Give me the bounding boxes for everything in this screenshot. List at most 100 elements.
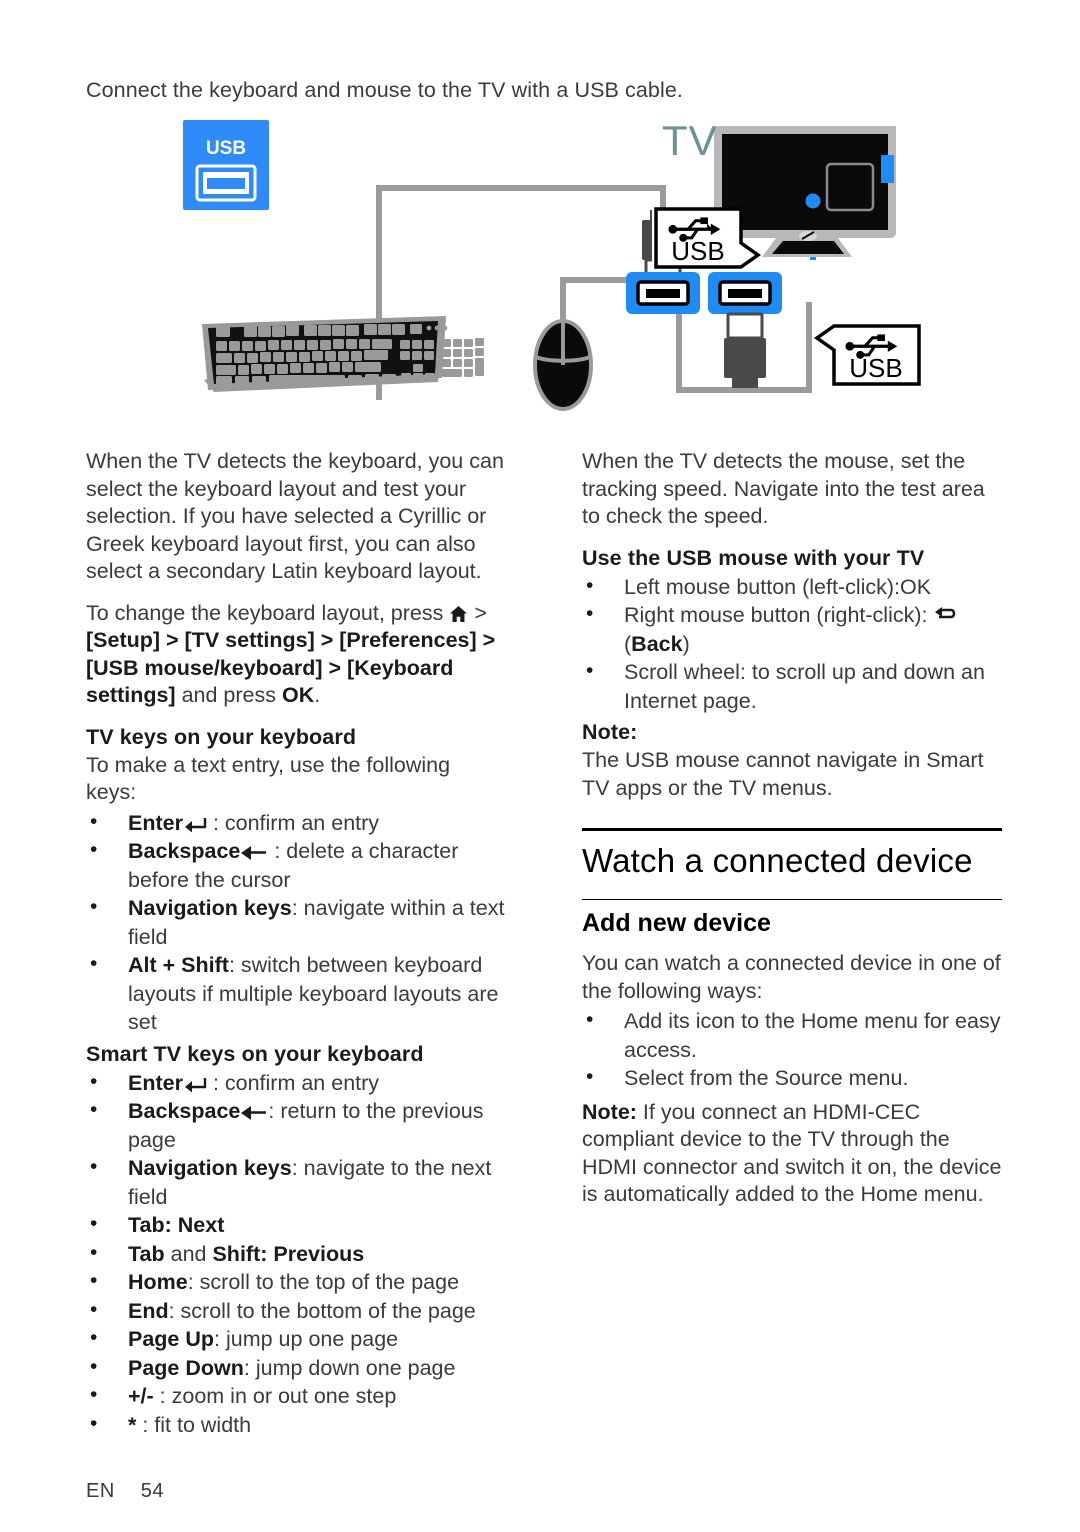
svg-text:USB: USB [849, 353, 902, 383]
keyboard-layout-path-paragraph: To change the keyboard layout, press > [… [86, 600, 496, 708]
smart-key-shift: Shift [212, 1241, 261, 1266]
mouse-detect-paragraph: When the TV detects the mouse, set the t… [582, 449, 985, 528]
right-column: When the TV detects the mouse, set the t… [582, 448, 1002, 1223]
usb-plug-bottom [724, 312, 766, 388]
smart-key-previous: : Previous [260, 1241, 365, 1266]
smart-key-page-down-desc: : jump down one page [243, 1355, 456, 1380]
tv-keys-heading: TV keys on your keyboard [86, 724, 357, 749]
backspace-left-arrow-icon [240, 845, 268, 861]
list-item: Enter : confirm an entry [86, 808, 506, 838]
subsection-rule: Add new device [582, 899, 1002, 940]
back-label-close: ) [682, 631, 690, 656]
smart-key-backspace: Backspace [128, 1099, 241, 1123]
note-label: Note: [582, 720, 638, 744]
note-text: The USB mouse cannot navigate in Smart T… [582, 748, 984, 800]
mouse-illustration [533, 319, 593, 411]
smart-key-page-down: Page Down [128, 1355, 244, 1380]
smart-key-enter: Enter [128, 1070, 183, 1095]
list-item: Navigation keys: navigate within a text … [86, 893, 506, 951]
list-item: Tab and Shift: Previous [86, 1239, 506, 1269]
scroll-wheel-text: Scroll wheel: to scroll up and down an I… [624, 660, 985, 713]
tv-keys-intro: To make a text entry, use the following … [86, 752, 451, 805]
usb-callout-top: USB [652, 207, 762, 269]
enter-return-arrow-icon [183, 817, 207, 833]
ok-key: OK [281, 683, 315, 707]
smart-key-tab-2: Tab [128, 1241, 165, 1266]
usb-badge-icon: USB [183, 120, 269, 210]
keyboard-detect-paragraph: When the TV detects the keyboard, you ca… [86, 449, 504, 583]
svg-text:USB: USB [671, 236, 724, 266]
list-item: +/- : zoom in or out one step [86, 1381, 506, 1411]
smart-tv-keys-heading: Smart TV keys on your keyboard [86, 1041, 424, 1066]
path-end: . [314, 683, 321, 707]
list-item: Add its icon to the Home menu for easy a… [582, 1006, 1002, 1064]
smart-key-tab: Tab [128, 1213, 165, 1237]
smart-key-plus-minus-desc: : zoom in or out one step [153, 1384, 397, 1408]
page-intro-text: Connect the keyboard and mouse to the TV… [86, 78, 683, 102]
note2-label: Note: [582, 1099, 637, 1124]
svg-text:USB: USB [206, 138, 246, 159]
page-title: Watch a connected device [582, 842, 973, 879]
list-item: * : fit to width [86, 1410, 506, 1440]
smart-key-end-desc: : scroll to the bottom of the page [168, 1298, 476, 1323]
list-item: Tab: Next [86, 1210, 506, 1240]
list-item: End: scroll to the bottom of the page [86, 1296, 506, 1326]
add-device-intro: You can watch a connected device in one … [582, 951, 1001, 1003]
list-item: Backspace: return to the previous page [86, 1096, 506, 1154]
back-arrow-icon [933, 606, 957, 625]
left-click-ok: OK [900, 574, 932, 599]
key-alt-shift: Alt + Shift [128, 953, 229, 977]
usb-port-left [626, 272, 700, 314]
footer-page-number: 54 [140, 1480, 165, 1502]
smart-key-page-up-desc: : jump up one page [214, 1327, 399, 1351]
smart-key-navigation: Navigation keys [128, 1156, 292, 1180]
key-enter-desc: : confirm an entry [206, 810, 380, 835]
mouse-usage-list: Left mouse button (left-click):OK Right … [582, 572, 1002, 716]
smart-key-end: End [128, 1298, 169, 1323]
add-device-list: Add its icon to the Home menu for easy a… [582, 1006, 1002, 1093]
smart-key-page-up: Page Up [128, 1327, 215, 1351]
left-column: When the TV detects the keyboard, you ca… [86, 448, 506, 1439]
list-item: Left mouse button (left-click):OK [582, 572, 1002, 602]
footer-language: EN [86, 1480, 115, 1502]
home-icon [449, 605, 468, 623]
backspace-left-arrow-icon [240, 1105, 268, 1121]
key-backspace: Backspace [128, 839, 241, 863]
list-item: Page Up: jump up one page [86, 1324, 506, 1354]
smart-key-asterisk-desc: : fit to width [136, 1412, 252, 1437]
list-item: Right mouse button (right-click): (Back) [582, 600, 1002, 658]
back-label: Back [631, 631, 683, 656]
subsection-title: Add new device [582, 909, 771, 937]
list-item: Home: scroll to the top of the page [86, 1267, 506, 1297]
list-item: Enter : confirm an entry [86, 1068, 506, 1098]
manual-page: Connect the keyboard and mouse to the TV… [0, 0, 1080, 1532]
mouse-usage-heading: Use the USB mouse with your TV [582, 545, 925, 570]
key-navigation: Navigation keys [128, 896, 292, 920]
keyboard-illustration [202, 316, 484, 392]
smart-key-tab-desc: : Next [164, 1213, 225, 1237]
enter-return-arrow-icon [183, 1077, 207, 1093]
path-intro: To change the keyboard layout, press [86, 600, 450, 625]
page-footer: EN 54 [86, 1480, 164, 1503]
key-enter: Enter [128, 810, 183, 835]
tv-keys-list: Enter : confirm an entry Backspace : del… [86, 808, 506, 1037]
smart-key-home: Home [128, 1270, 188, 1294]
list-item: Alt + Shift: switch between keyboard lay… [86, 950, 506, 1037]
path-suffix: and press [175, 683, 282, 707]
list-item: Select from the Source menu. [582, 1063, 1002, 1093]
smart-key-enter-desc: : confirm an entry [206, 1070, 380, 1095]
smart-key-home-desc: : scroll to the top of the page [187, 1270, 460, 1294]
smart-tv-keys-list: Enter : confirm an entry Backspace: retu… [86, 1068, 506, 1440]
usb-callout-bottom: USB [813, 324, 921, 386]
list-item: Scroll wheel: to scroll up and down an I… [582, 657, 1002, 715]
note2-text: If you connect an HDMI-CEC compliant dev… [582, 1099, 1002, 1207]
list-item: Backspace : delete a character before th… [86, 836, 506, 894]
smart-key-plus-minus: +/- [128, 1384, 154, 1408]
right-click-text: Right mouse button (right-click): [624, 603, 934, 627]
list-item: Page Down: jump down one page [86, 1353, 506, 1383]
section-rule-top: Watch a connected device [582, 828, 1002, 883]
connection-diagram: USB TV USB USB [86, 110, 1016, 420]
tv-label: TV [662, 117, 718, 164]
left-click-text: Left mouse button (left-click): [624, 574, 901, 599]
smart-key-tab-and: and [164, 1241, 213, 1266]
